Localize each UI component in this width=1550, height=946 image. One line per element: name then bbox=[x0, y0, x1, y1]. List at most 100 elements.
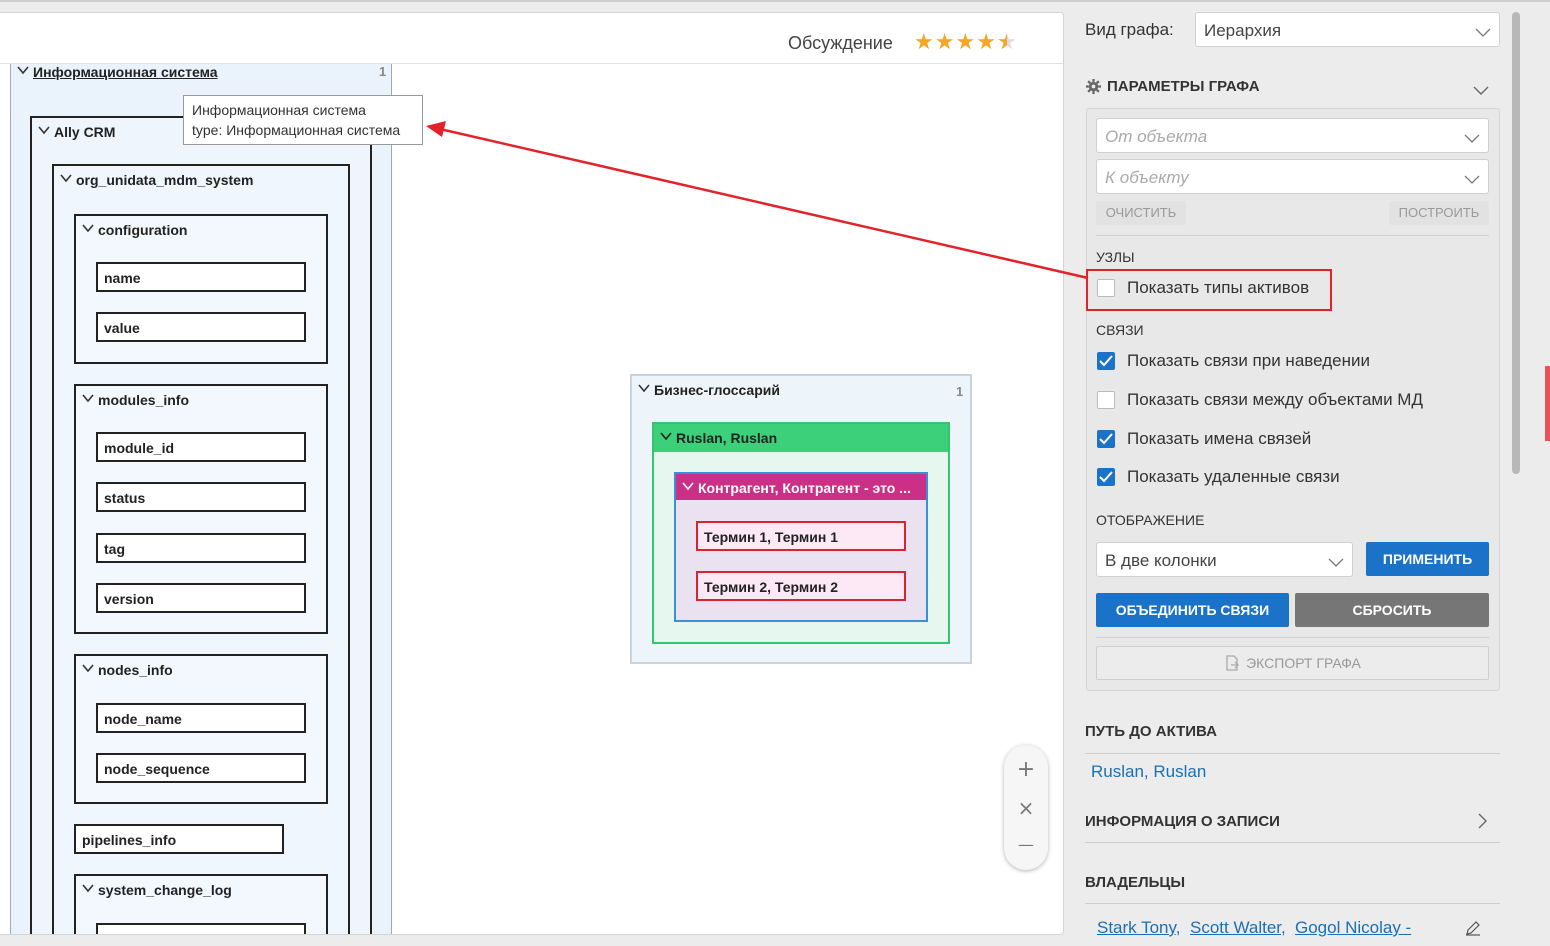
owner-link[interactable]: Stark Tony, bbox=[1097, 918, 1180, 938]
clear-button[interactable]: ОЧИСТИТЬ bbox=[1096, 201, 1186, 225]
node-field[interactable]: status bbox=[96, 482, 306, 512]
field-label: status bbox=[104, 490, 146, 506]
field-label: version bbox=[104, 591, 154, 607]
zoom-out-button[interactable]: — bbox=[1004, 826, 1048, 864]
chevron-down-icon[interactable] bbox=[82, 223, 94, 233]
checkbox[interactable] bbox=[1097, 468, 1115, 486]
field-label: apply_date bbox=[104, 931, 177, 934]
node-field[interactable]: name bbox=[96, 262, 306, 292]
links-title: СВЯЗИ bbox=[1096, 322, 1144, 338]
node-title: modules_info bbox=[98, 392, 190, 408]
node-field[interactable]: value bbox=[96, 312, 306, 342]
owner-link[interactable]: Gogol Nicolay - bbox=[1295, 918, 1411, 938]
merge-links-button[interactable]: ОБЪЕДИНИТЬ СВЯЗИ bbox=[1096, 593, 1289, 627]
display-select[interactable]: В две колонки bbox=[1096, 542, 1353, 577]
tooltip-line: Информационная система bbox=[192, 102, 366, 118]
panel-scrollbar[interactable] bbox=[1512, 12, 1520, 474]
apply-button[interactable]: ПРИМЕНИТЬ bbox=[1366, 542, 1489, 576]
path-link[interactable]: Ruslan, Ruslan bbox=[1091, 762, 1206, 782]
node-field[interactable]: node_sequence bbox=[96, 753, 306, 783]
chevron-down-icon bbox=[1475, 25, 1491, 43]
link-option-2[interactable]: Показать имена связей bbox=[1097, 429, 1477, 453]
term-label: Термин 2, Термин 2 bbox=[704, 579, 838, 595]
from-object-placeholder: От объекта bbox=[1105, 127, 1208, 146]
checkbox[interactable] bbox=[1097, 430, 1115, 448]
chevron-down-icon bbox=[1464, 131, 1480, 149]
to-object-select[interactable]: К объекту bbox=[1096, 159, 1489, 194]
path-title: ПУТЬ ДО АКТИВА bbox=[1085, 723, 1217, 740]
build-button[interactable]: ПОСТРОИТЬ bbox=[1389, 201, 1489, 225]
display-title: ОТОБРАЖЕНИЕ bbox=[1096, 512, 1205, 528]
node-title: Ruslan, Ruslan bbox=[676, 430, 778, 446]
chevron-down-icon[interactable] bbox=[638, 383, 650, 393]
divider bbox=[1085, 842, 1500, 843]
display-select-value: В две колонки bbox=[1105, 551, 1217, 570]
star-icon: ★ bbox=[976, 30, 997, 55]
discussion-link[interactable]: Обсуждение bbox=[788, 33, 893, 54]
chevron-right-icon[interactable] bbox=[1478, 813, 1488, 833]
owner-link[interactable]: Scott Walter, bbox=[1190, 918, 1286, 938]
chevron-down-icon[interactable] bbox=[82, 393, 94, 403]
zoom-in-button[interactable]: + bbox=[1004, 751, 1048, 789]
owner-name[interactable]: Gogol Nicolay - bbox=[1295, 918, 1411, 937]
field-label: pipelines_info bbox=[82, 832, 177, 848]
star-icon: ★ bbox=[955, 30, 977, 55]
checkbox[interactable] bbox=[1097, 352, 1115, 370]
chevron-down-icon[interactable] bbox=[1473, 81, 1489, 100]
export-icon bbox=[1224, 650, 1240, 682]
chevron-down-icon[interactable] bbox=[82, 663, 94, 673]
node-field[interactable]: module_id bbox=[96, 432, 306, 462]
from-object-select[interactable]: От объекта bbox=[1096, 118, 1489, 153]
chevron-down-icon[interactable] bbox=[660, 431, 672, 441]
checkbox-label: Показать связи при наведении bbox=[1127, 351, 1370, 370]
chevron-down-icon[interactable] bbox=[17, 65, 29, 75]
node-pipelines-info[interactable]: pipelines_info bbox=[74, 824, 284, 854]
view-select-value: Иерархия bbox=[1204, 21, 1282, 40]
node-tooltip: Информационная система type: Информацион… bbox=[183, 95, 423, 145]
divider bbox=[1096, 637, 1489, 638]
view-select[interactable]: Иерархия bbox=[1195, 12, 1500, 47]
graph-area[interactable]: Информационная система 1 Ally CRM org_un… bbox=[0, 64, 1063, 934]
node-title: Ally CRM bbox=[54, 124, 116, 140]
node-field[interactable]: version bbox=[96, 583, 306, 613]
checkbox[interactable] bbox=[1097, 391, 1115, 409]
node-title: Контрагент, Контрагент - это ... bbox=[698, 480, 911, 496]
node-term[interactable]: Термин 1, Термин 1 bbox=[696, 521, 906, 551]
export-graph-button[interactable]: ЭКСПОРТ ГРАФА bbox=[1096, 646, 1489, 680]
top-border bbox=[0, 0, 1550, 2]
field-label: value bbox=[104, 320, 140, 336]
chevron-down-icon[interactable] bbox=[82, 883, 94, 893]
rating-stars[interactable]: ★★★★★★ bbox=[914, 30, 1018, 55]
star-icon: ★ bbox=[914, 30, 935, 55]
chevron-down-icon[interactable] bbox=[682, 481, 694, 491]
node-title: nodes_info bbox=[98, 662, 173, 678]
node-field[interactable]: apply_date bbox=[96, 923, 306, 934]
export-label: ЭКСПОРТ ГРАФА bbox=[1246, 655, 1361, 671]
node-field[interactable]: node_name bbox=[96, 703, 306, 733]
node-term[interactable]: Термин 2, Термин 2 bbox=[696, 571, 906, 601]
params-title[interactable]: ПАРАМЕТРЫ ГРАФА bbox=[1107, 78, 1260, 95]
field-label: module_id bbox=[104, 440, 175, 456]
owner-name[interactable]: Stark Tony bbox=[1097, 918, 1176, 937]
record-info-title[interactable]: ИНФОРМАЦИЯ О ЗАПИСИ bbox=[1085, 813, 1280, 830]
owners-title: ВЛАДЕЛЬЦЫ bbox=[1085, 874, 1186, 891]
checkbox-label: Показать имена связей bbox=[1127, 429, 1312, 448]
node-field[interactable]: tag bbox=[96, 533, 306, 563]
link-option-0[interactable]: Показать связи при наведении bbox=[1097, 351, 1477, 375]
zoom-controls: + × — bbox=[1004, 745, 1048, 870]
chevron-down-icon[interactable] bbox=[38, 125, 50, 135]
link-option-3[interactable]: Показать удаленные связи bbox=[1097, 467, 1477, 491]
gear-icon bbox=[1086, 79, 1101, 98]
chevron-down-icon[interactable] bbox=[60, 173, 72, 183]
link-option-1[interactable]: Показать связи между объектами МД bbox=[1097, 390, 1477, 414]
owner-name[interactable]: Scott Walter bbox=[1190, 918, 1281, 937]
graph-canvas[interactable]: Обсуждение ★★★★★★ Информационная система… bbox=[0, 12, 1064, 935]
edit-icon[interactable] bbox=[1465, 920, 1481, 940]
side-tab[interactable] bbox=[1545, 366, 1550, 441]
divider bbox=[1085, 753, 1500, 754]
chevron-down-icon bbox=[1328, 555, 1344, 573]
node-title[interactable]: Информационная система bbox=[33, 64, 218, 80]
field-label: node_sequence bbox=[104, 761, 210, 777]
reset-button[interactable]: СБРОСИТЬ bbox=[1295, 593, 1489, 627]
zoom-reset-button[interactable]: × bbox=[1004, 789, 1048, 827]
